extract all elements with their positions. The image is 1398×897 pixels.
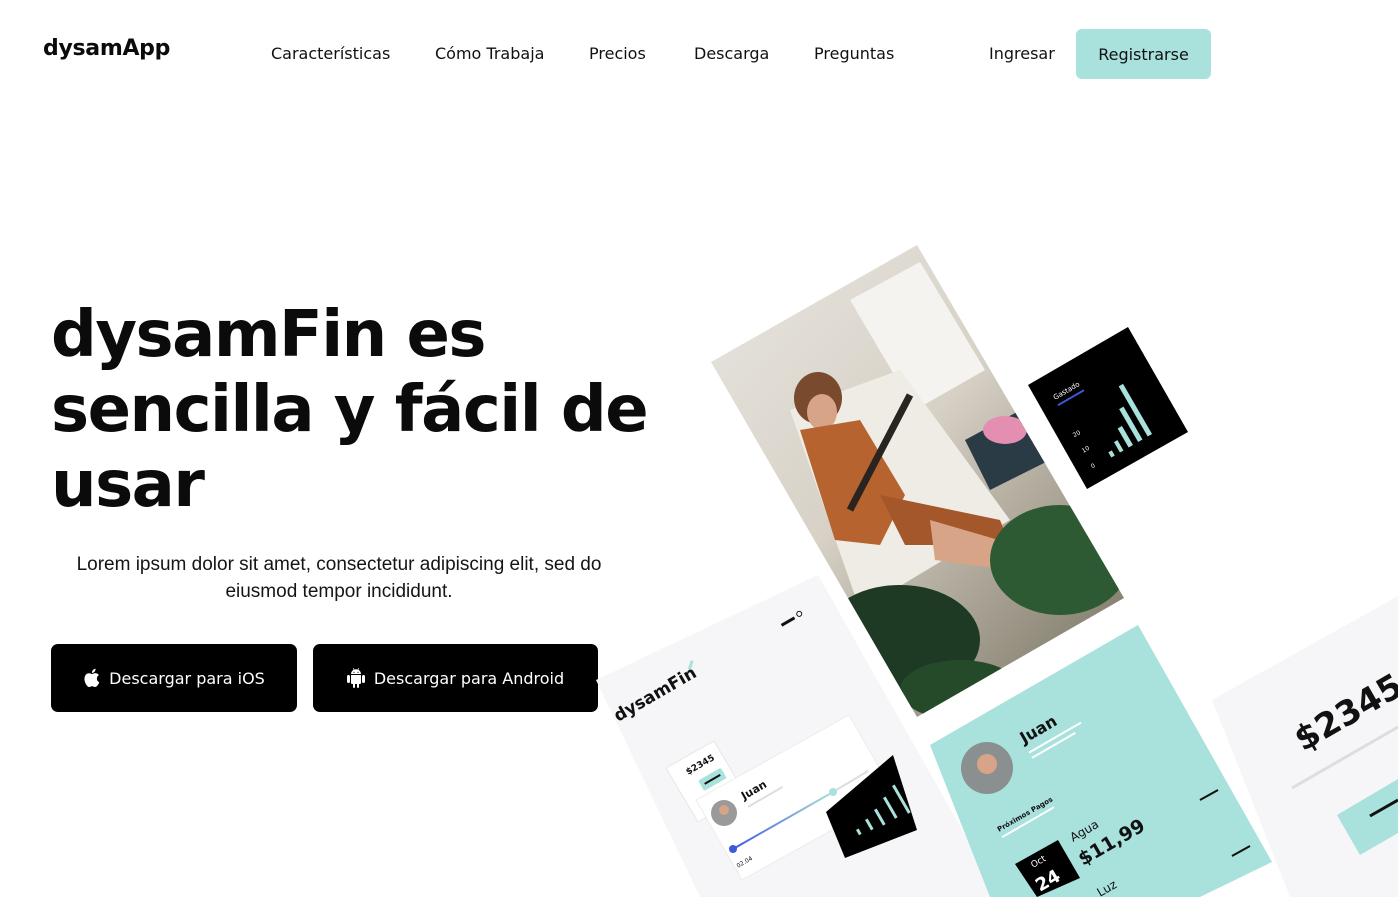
hero-title-line: sencilla y fácil de (51, 373, 649, 447)
mini-bar-chart (826, 755, 917, 858)
logo[interactable]: dysamApp (43, 36, 170, 61)
download-android-button[interactable]: Descargar para Android (313, 644, 598, 712)
amount-mini-card: $2345 (665, 740, 747, 823)
balance-card: $2345 (1212, 596, 1398, 897)
nav-item-preguntas[interactable]: Preguntas (814, 44, 894, 63)
spending-tick: 10 (1081, 445, 1091, 455)
android-icon (346, 668, 365, 688)
hero-title-line: dysamFin es (51, 298, 487, 372)
app-screen-content: dysamFin (611, 610, 803, 726)
date-end: 24.04 (836, 797, 855, 812)
payment-month: Oct (1030, 854, 1049, 871)
payment-item-2: Luz (1095, 877, 1120, 897)
payments-section-title: Próximos Pagos (996, 795, 1054, 833)
payment-item: Agua (1068, 817, 1102, 845)
app-screen-card (596, 575, 1000, 897)
lifestyle-photo (711, 245, 1124, 717)
hero-title-line: usar (51, 448, 205, 522)
mini-amount: $2345 (685, 753, 717, 777)
register-button[interactable]: Registrarse (1076, 29, 1211, 79)
balance-amount: $2345 (1288, 666, 1398, 760)
nav-item-descarga[interactable]: Descarga (694, 44, 769, 63)
hero-title: dysamFin es sencilla y fácil de usar (51, 298, 671, 523)
mini-user-name: Juan (738, 778, 769, 803)
apple-icon (83, 668, 100, 688)
payment-price: $11,99 (1075, 815, 1150, 871)
nav-item-como-trabaja[interactable]: Cómo Trabaja (435, 44, 544, 63)
nav-item-precios[interactable]: Precios (589, 44, 646, 63)
login-link[interactable]: Ingresar (989, 44, 1055, 63)
payments-card: Juan Próximos Pagos Oct 24 Agua $11,99 L… (930, 625, 1272, 897)
download-ios-label: Descargar para iOS (109, 668, 265, 688)
date-start: 02.04 (736, 855, 755, 870)
user-progress-card: Juan 02.04 24.04 (695, 714, 896, 881)
app-brand: dysamFin (611, 663, 701, 726)
download-ios-button[interactable]: Descargar para iOS (51, 644, 297, 712)
spending-tick: 20 (1072, 429, 1082, 439)
spending-card-label: Gastado (1052, 380, 1081, 401)
nav-item-caracteristicas[interactable]: Características (271, 44, 390, 63)
payments-user-name: Juan (1016, 711, 1061, 748)
payment-day: 24 (1032, 866, 1064, 897)
hero-subtitle: Lorem ipsum dolor sit amet, consectetur … (76, 554, 602, 602)
spending-chart-card: Gastado 20 10 0 (1028, 327, 1188, 489)
spending-tick: 0 (1090, 462, 1097, 470)
download-android-label: Descargar para Android (373, 668, 565, 688)
